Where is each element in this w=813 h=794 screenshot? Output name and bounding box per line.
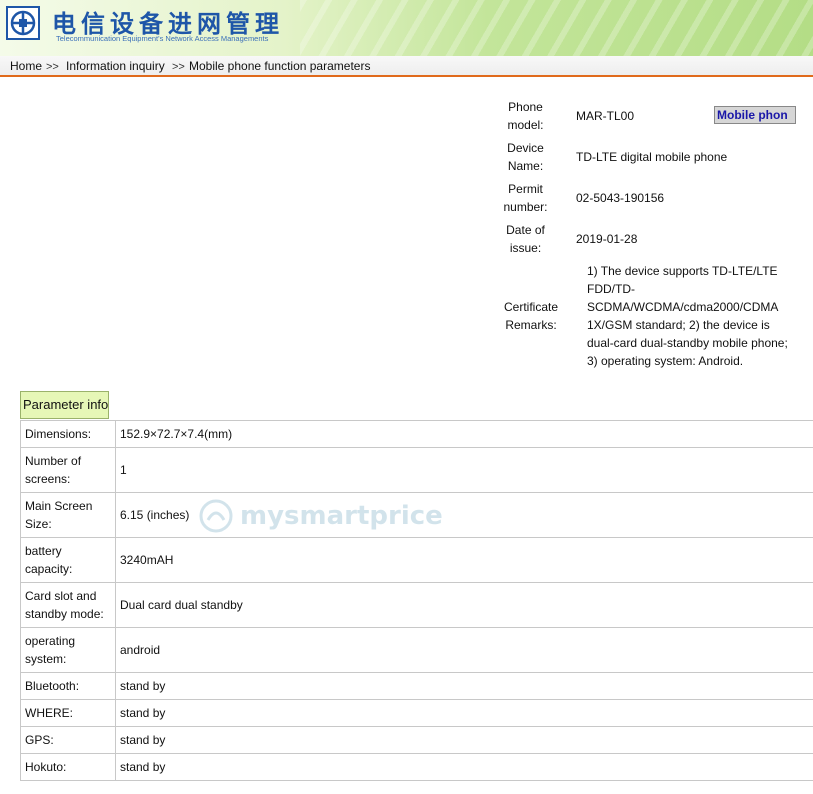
mobile-phone-button[interactable]: Mobile phon	[714, 106, 796, 124]
breadcrumb: Home >> Information inquiry >> Mobile ph…	[0, 56, 813, 77]
param-value: android	[115, 627, 813, 673]
header-decoration	[300, 0, 813, 56]
breadcrumb-current-page: Mobile phone function parameters	[189, 59, 371, 73]
param-value: 6.15 (inches)	[115, 492, 813, 538]
param-key: Bluetooth:	[20, 672, 116, 700]
table-row: Bluetooth: stand by	[20, 672, 813, 700]
breadcrumb-separator: >>	[172, 61, 185, 73]
param-key: Number of screens:	[20, 447, 116, 493]
breadcrumb-home-link[interactable]: Home	[10, 59, 42, 73]
table-row: battery capacity: 3240mAH	[20, 537, 813, 583]
site-header: 电信设备进网管理 Telecommunication Equipment's N…	[0, 0, 813, 56]
parameter-info-header: Parameter info	[20, 391, 109, 419]
permit-number-label: Permit number:	[503, 182, 548, 214]
table-row: Main Screen Size: 6.15 (inches)	[20, 492, 813, 538]
breadcrumb-separator: >>	[46, 61, 59, 73]
param-value: Dual card dual standby	[115, 582, 813, 628]
permit-number-value: 02-5043-190156	[576, 191, 665, 205]
breadcrumb-information-inquiry-link[interactable]: Information inquiry	[66, 59, 165, 73]
param-key: operating system:	[20, 627, 116, 673]
device-name-label: Device Name:	[507, 141, 544, 173]
table-row: Hokuto: stand by	[20, 753, 813, 781]
param-value: stand by	[115, 726, 813, 754]
table-row: Dimensions: 152.9×72.7×7.4(mm)	[20, 420, 813, 448]
parameter-table: Dimensions: 152.9×72.7×7.4(mm) Number of…	[20, 420, 813, 781]
remarks-line: SCDMA/WCDMA/cdma2000/CDMA	[587, 300, 779, 314]
param-value: 152.9×72.7×7.4(mm)	[115, 420, 813, 448]
remarks-line: FDD/TD-	[587, 282, 635, 296]
param-value: stand by	[115, 672, 813, 700]
table-row: GPS: stand by	[20, 726, 813, 754]
param-key: Dimensions:	[20, 420, 116, 448]
phone-model-value: MAR-TL00	[576, 109, 635, 123]
remarks-line: 1) The device supports TD-LTE/LTE	[587, 264, 778, 278]
param-value: 1	[115, 447, 813, 493]
param-value: stand by	[115, 753, 813, 781]
param-value: 3240mAH	[115, 537, 813, 583]
param-key: Main Screen Size:	[20, 492, 116, 538]
certificate-remarks-label: Certificate Remarks:	[503, 300, 559, 332]
remarks-line: 3) operating system: Android.	[587, 354, 744, 368]
param-key: Card slot and standby mode:	[20, 582, 116, 628]
param-key: battery capacity:	[20, 537, 116, 583]
param-key: GPS:	[20, 726, 116, 754]
param-key: Hokuto:	[20, 753, 116, 781]
site-logo-icon	[6, 6, 40, 40]
table-row: WHERE: stand by	[20, 699, 813, 727]
table-row: operating system: android	[20, 627, 813, 673]
table-row: Number of screens: 1	[20, 447, 813, 493]
remarks-line: 1X/GSM standard; 2) the device is	[587, 318, 770, 332]
site-subtitle: Telecommunication Equipment's Network Ac…	[56, 34, 269, 43]
phone-model-label: Phone model:	[507, 100, 544, 132]
table-row: Card slot and standby mode: Dual card du…	[20, 582, 813, 628]
device-name-value: TD-LTE digital mobile phone	[576, 150, 728, 164]
date-of-issue-value: 2019-01-28	[576, 232, 638, 246]
date-of-issue-label: Date of issue:	[506, 223, 545, 255]
param-key: WHERE:	[20, 699, 116, 727]
param-value: stand by	[115, 699, 813, 727]
remarks-line: dual-card dual-standby mobile phone;	[587, 336, 788, 350]
certificate-remarks-value: 1) The device supports TD-LTE/LTE FDD/TD…	[587, 262, 807, 370]
